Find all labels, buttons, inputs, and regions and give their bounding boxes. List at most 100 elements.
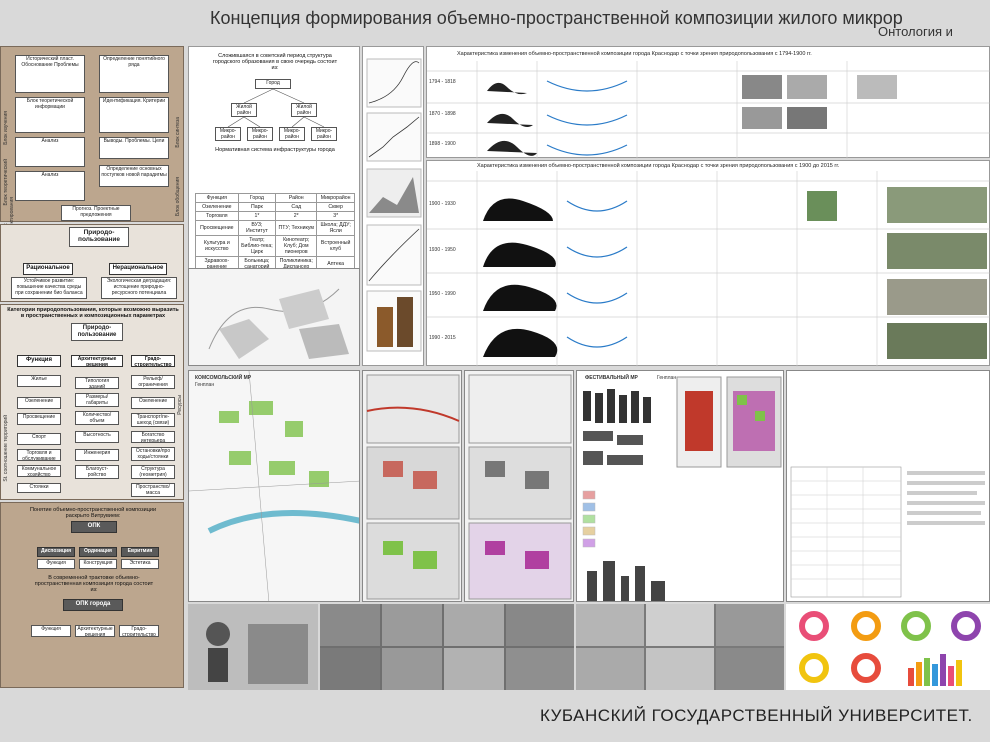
col-architecture: Архитектурные решения [71,355,123,367]
hierarchy-lines [227,88,325,128]
categories-title: Категории природопользования, которые во… [7,307,179,319]
opk-modern: В современной трактовке объемно-простран… [34,575,154,593]
opk-sub-item: Эстетика [121,559,159,569]
flow-box: Исторический пласт. Обоснование Проблемы [15,55,85,93]
function-item: Озеленение [17,397,61,409]
opk-sub-item: Функция [37,559,75,569]
opk-box: ОПК [71,521,117,533]
flow-box: Идентификация. Критерии [99,97,169,133]
poster-title: Концепция формирования объемно-пространс… [210,8,903,28]
city-item: Градо-строительство [119,625,159,637]
urban-item: Транспорт/пе-шеход (связи) [131,413,175,427]
street-photos-2 [576,604,784,690]
infra-table-row: Просвещение ВУЗ; Институт ПТУ; Техникум Шко… [195,220,355,236]
table2-title: Характеристика изменения объемно-простра… [477,163,840,169]
infra-table-cell: Район [275,193,318,203]
illustration-photo [188,604,318,690]
irrational-box: Нерациональное [109,263,167,275]
poster-subtitle: Онтология и [878,24,953,39]
side-label: Ресурсы [177,395,183,415]
flow-box: Прогноз. Проектные предложения [61,205,131,221]
infra-table-cell: 2* [275,211,318,221]
infra-table-cell: Парк [237,202,277,212]
arch-item: Благоуст-ройство [75,465,119,479]
infra-table-cell: Кинотеатр; Клуб; Дом пионеров [275,235,318,257]
history-table-2: Характеристика изменения объемно-простра… [426,160,990,367]
function-item: Стоянки [17,483,61,493]
infra-table-row: Культура и искусство Театр; Библио-тека; … [195,235,355,257]
opk-city-box: ОПК города [63,599,123,611]
flow-box: Анализ [15,171,85,201]
infra-table-row: Озеленение Парк Сад Сквер [195,202,355,212]
komsomolsky-map: КОМСОМОЛЬСКИЙ МР Генплан [188,370,360,602]
rational-box: Рациональное [23,263,73,275]
flow-box: Блок теоретической информации [15,97,85,133]
arch-item: Количество/ объем [75,411,119,425]
table1-title: Характеристика изменения объемно-простра… [457,51,812,57]
urban-item: Рельеф/ ограничения [131,375,175,389]
urban-item: Пространство/ масса [131,483,175,497]
urban-item: Озеленение [131,397,175,409]
categories-center: Природо- пользование [71,323,123,341]
opk-panel: Понятие объемно-пространственной компози… [0,502,184,688]
infra-table-cell: Сад [275,202,318,212]
side-label: St. соотношение территорий [3,415,9,482]
flow-box: Определение понятийного ряда [99,55,169,93]
city-item: Функция [31,625,71,637]
urban-item: Остановки/про ходы/стоянки [131,447,175,461]
infra-table-cell: 1* [237,211,277,221]
infra-table-cell: ПТУ; Техникум [275,220,318,236]
data-table-panel [786,370,990,602]
urban-item: Структура (геометрия) [131,465,175,479]
opk-item: Диспозиция [37,547,75,557]
side-label: Блок синтеза [175,117,181,148]
function-item: Жилье [17,375,61,387]
col-urban: Градо- строительство [131,355,175,367]
opk-intro: Понятие объемно-пространственной компози… [29,507,157,519]
street-photos [320,604,574,690]
infra-table-cell: Сквер [316,202,355,212]
flow-box: Определение основных поступков новой пар… [99,165,169,187]
categories-panel: Категории природопользования, которые во… [0,304,184,500]
opk-item: Ординация [79,547,117,557]
nature-usage-panel: Природо- пользование Рациональное Нераци… [0,224,184,302]
flow-box: Анализ [15,137,85,167]
infra-table-cell: Школа; ДДУ; Ясли [316,220,355,236]
infra-table-cell: Город [237,193,277,203]
university-name: КУБАНСКИЙ ГОСУДАРСТВЕННЫЙ УНИВЕРСИТЕТ. [540,706,973,725]
map-label: КОМСОМОЛЬСКИЙ МР [195,375,252,381]
infra-table-cell: Функция [195,193,239,203]
function-item: Торговля и обслуживание [17,449,61,461]
map-variants-1 [362,370,462,602]
infra-table-cell: Торговля [195,211,239,221]
infra-table-cell: Встроенный клуб [316,235,355,257]
city-item: Архитектурные решения [75,625,115,637]
infra-table-cell: ВУЗ; Институт [237,220,277,236]
infra-table-cell: Культура и искусство [195,235,239,257]
infra-table-cell: Просвещение [195,220,239,236]
map-sublabel: Генплан [657,375,677,381]
infra-table-cell: Озеленение [195,202,239,212]
arch-item: Типология зданий [75,377,119,389]
pie-charts-panel [786,604,990,690]
city-sketch-map [188,268,360,366]
flow-box: Выводы. Проблемы. Цели [99,137,169,159]
infra-table-cell: Театр; Библио-тека; Цирк [237,235,277,257]
research-flow-panel: Блок изучения Блок теоретический Блок пр… [0,46,184,235]
irrational-desc: Экологическая деградация: истощение прир… [101,277,177,299]
function-item: Коммунальное хозяйство [17,465,61,477]
infra-table-row: Функция Город Район Микрорайон [195,193,355,203]
side-label: Блок обобщения [175,177,181,216]
function-item: Спорт [17,433,61,445]
arch-item: Размеры/ габариты [75,393,119,407]
arch-item: Высотность [75,431,119,443]
infra-table-cell: 3* [316,211,355,221]
nature-title: Природо- пользование [69,227,129,247]
infra-table-row: Торговля 1* 2* 3* [195,211,355,221]
side-label: Блок изучения [3,111,9,145]
map-label: ФЕСТИВАЛЬНЫЙ МР [585,375,638,381]
opk-item: Евритмия [121,547,159,557]
urban-item: Богатство интерьера [131,431,175,443]
rational-desc: Устойчивое развитие: повышение качества … [11,277,87,299]
growth-charts-column [362,46,424,366]
